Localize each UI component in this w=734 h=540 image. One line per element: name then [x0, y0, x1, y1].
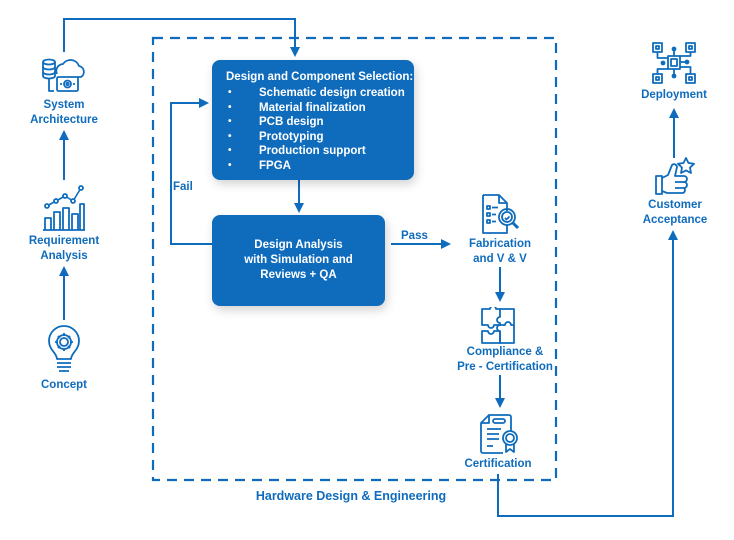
node-compliance: Compliance & Pre - Certification: [457, 346, 553, 373]
lightbulb-gear-icon: [48, 325, 80, 372]
list-item: PCB design: [226, 115, 405, 130]
list-item: Production support: [226, 144, 405, 159]
node-system-architecture: System Architecture: [30, 99, 98, 126]
pass-label: Pass: [401, 230, 428, 242]
hardware-group-label: Hardware Design & Engineering: [255, 489, 447, 503]
design-analysis-box: Design Analysis with Simulation and Revi…: [212, 215, 385, 306]
document-magnifier-icon: [482, 194, 520, 234]
design-task-list: Schematic design creation Material final…: [226, 86, 405, 173]
node-fabrication: Fabrication and V & V: [469, 238, 531, 265]
thumbs-up-star-icon: [655, 157, 695, 195]
cloud-database-computer-icon: [42, 58, 85, 92]
design-box-title: Design and Component Selection:: [226, 71, 414, 83]
fail-label: Fail: [173, 181, 193, 193]
node-concept: Concept: [41, 379, 87, 391]
node-deployment: Deployment: [641, 89, 707, 101]
node-customer-acceptance: Customer Acceptance: [642, 199, 708, 226]
list-item: Schematic design creation: [226, 86, 405, 101]
arrow-fail-loop: [170, 98, 212, 245]
circuit-chip-icon: [652, 42, 696, 84]
design-component-selection-box: Design and Component Selection: Schemati…: [212, 60, 414, 180]
node-certification: Certification: [464, 458, 532, 470]
puzzle-icon: [481, 307, 515, 344]
process-diagram: System Architecture Requirement Analysis…: [0, 0, 734, 540]
list-item: Prototyping: [226, 130, 405, 145]
list-item: FPGA: [226, 159, 405, 174]
certificate-icon: [480, 414, 518, 454]
bar-chart-growth-icon: [43, 185, 85, 231]
node-requirement-analysis: Requirement Analysis: [28, 235, 100, 262]
list-item: Material finalization: [226, 101, 405, 116]
